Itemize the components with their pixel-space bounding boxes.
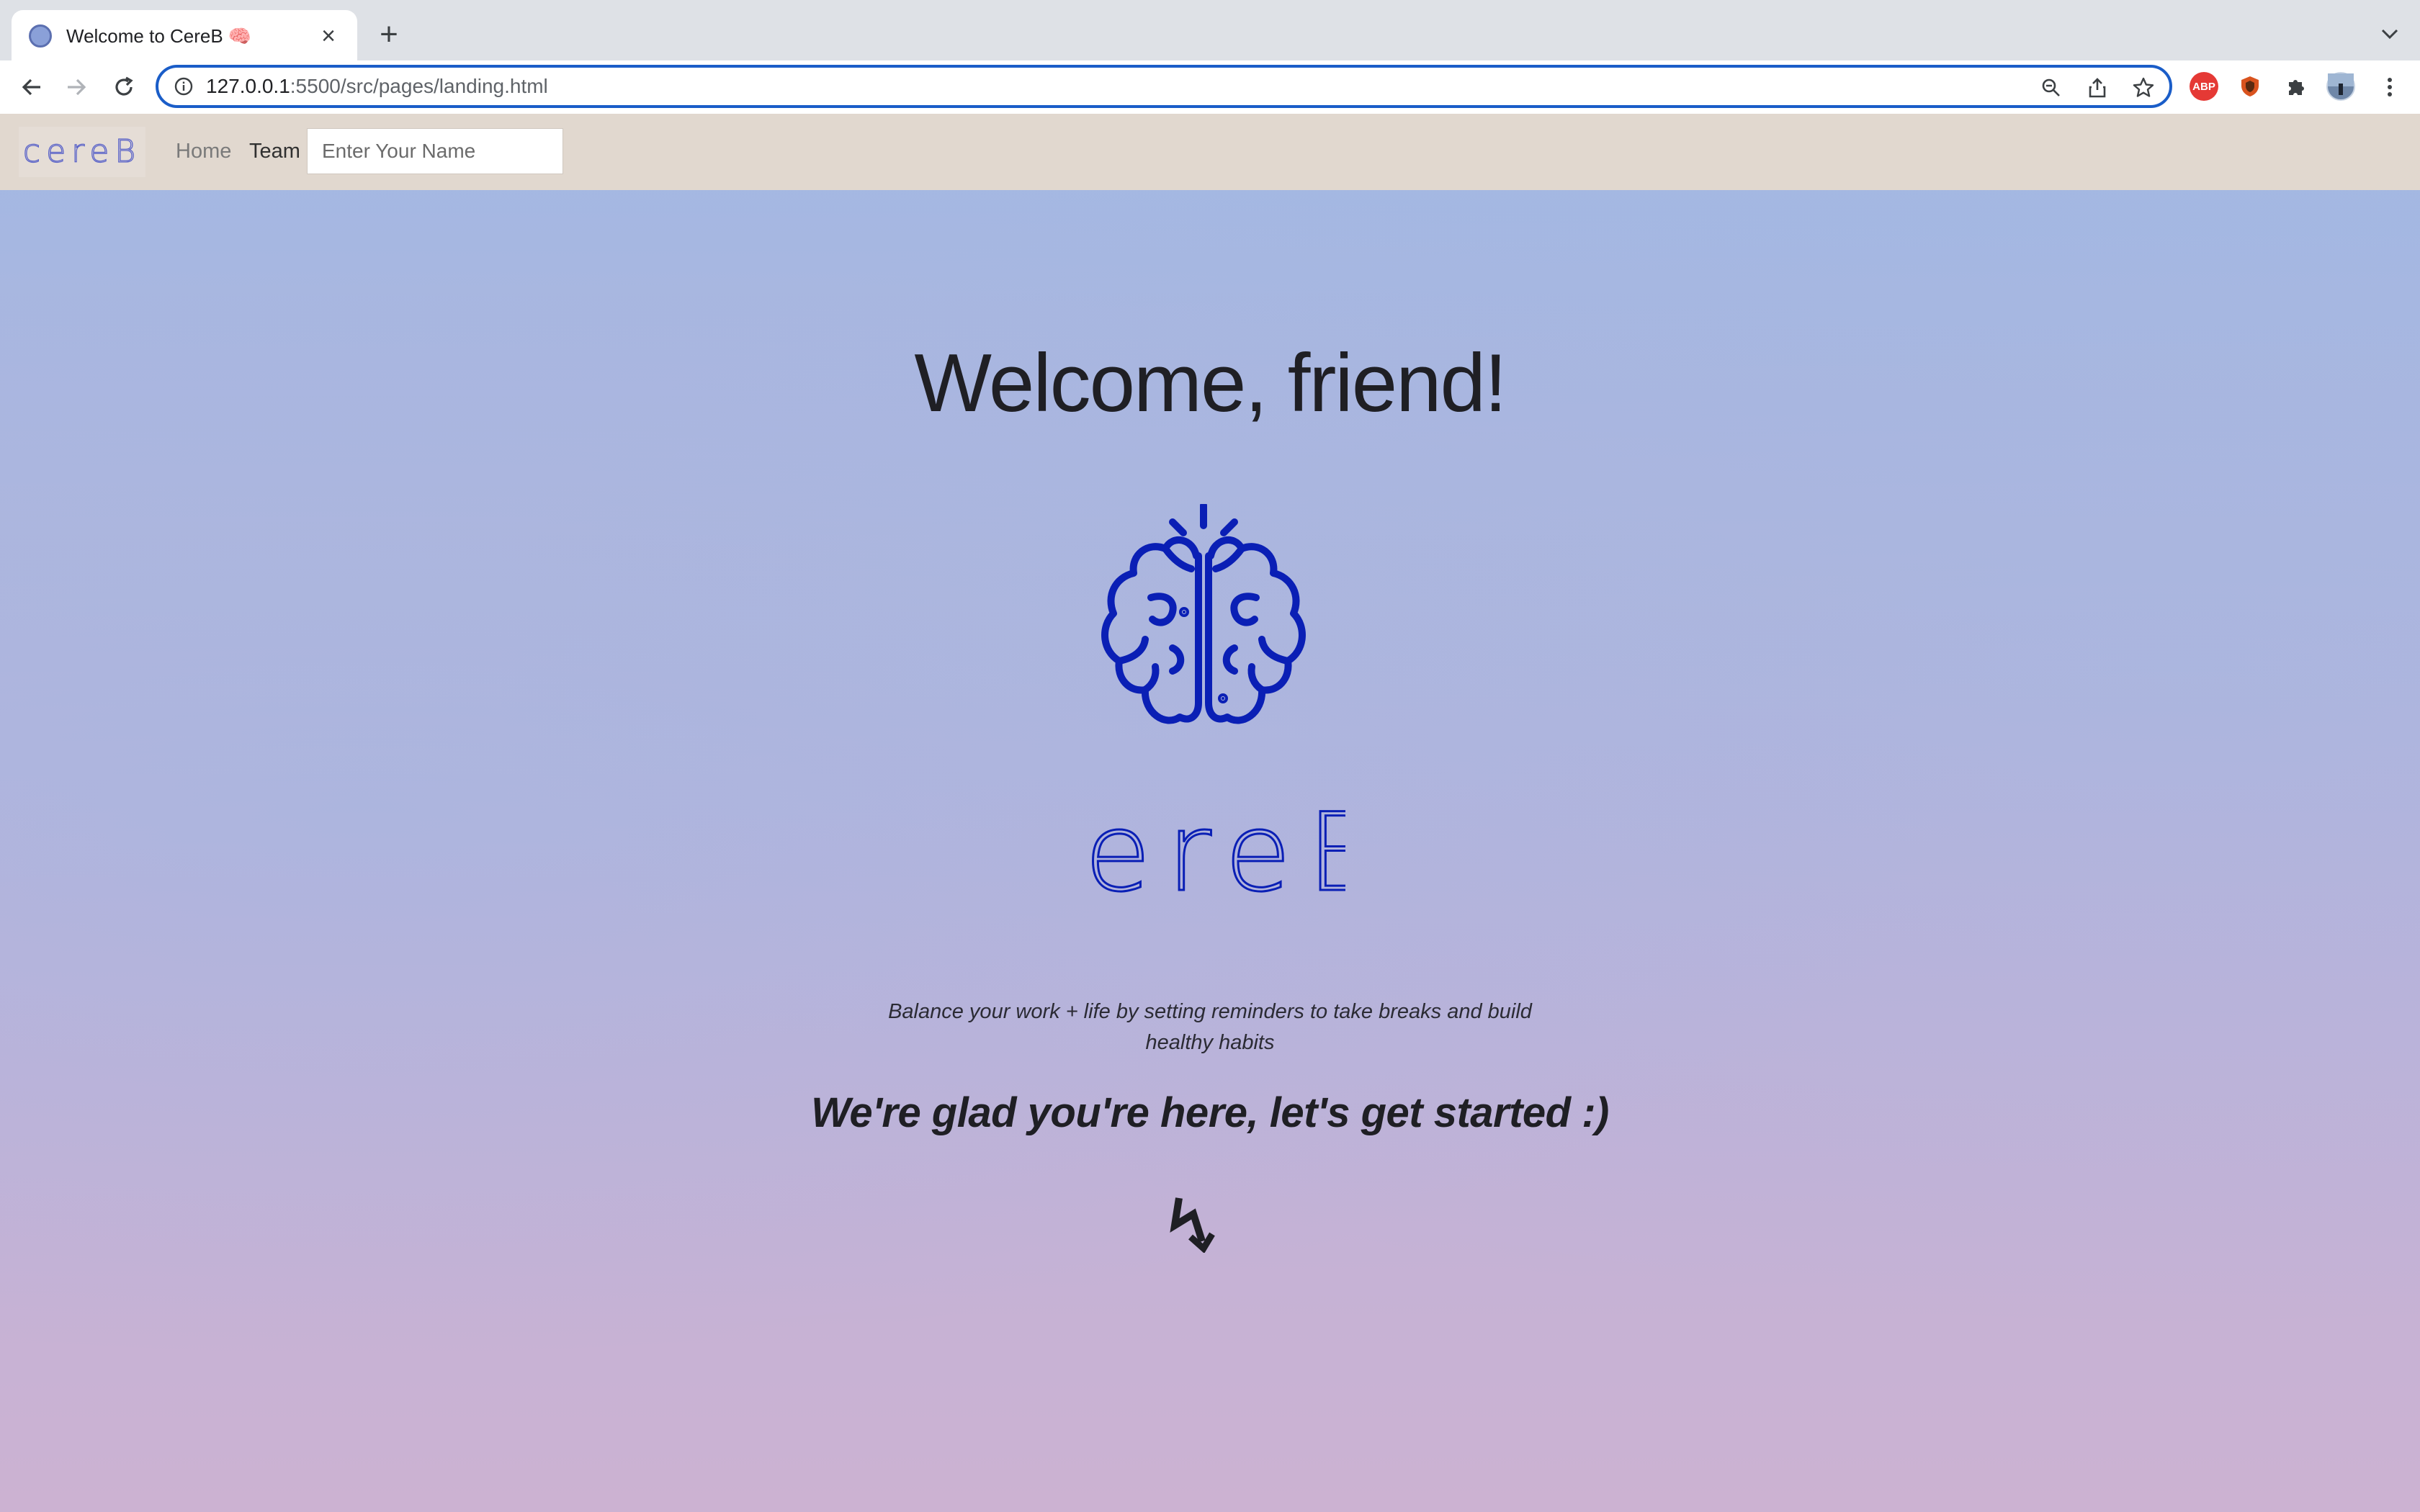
favicon-icon	[29, 24, 52, 48]
hero-section: Welcome, friend! ere Balance your work +…	[0, 114, 2420, 1512]
brand-logo-link[interactable]: cereB	[19, 127, 145, 177]
back-button[interactable]	[14, 70, 49, 104]
new-tab-button[interactable]: +	[372, 17, 406, 52]
svg-text:cereB: cereB	[24, 133, 140, 170]
shield-icon	[2241, 76, 2259, 96]
reload-button[interactable]	[107, 70, 141, 104]
bolt-arrow-down-icon	[1170, 1197, 1215, 1253]
close-tab-icon[interactable]: ×	[314, 22, 343, 50]
url-host: 127.0.0.1	[206, 75, 290, 97]
nav-team-link[interactable]: Team	[249, 140, 300, 163]
star-icon	[2133, 77, 2154, 97]
site-navbar: cereB Home Team	[0, 114, 2420, 190]
zoom-button[interactable]	[2038, 75, 2064, 101]
site-info-icon[interactable]	[173, 76, 194, 97]
avatar-icon	[2328, 73, 2354, 95]
share-icon	[2089, 78, 2106, 98]
reload-icon	[115, 76, 133, 96]
brain-icon	[1101, 504, 1306, 724]
browser-tab-strip: Welcome to CereB 🧠 × +	[0, 0, 2420, 62]
cta-heading: We're glad you're here, let's get starte…	[811, 1089, 1609, 1136]
tab-title: Welcome to CereB 🧠	[66, 24, 252, 47]
url-path: :5500/src/pages/landing.html	[290, 75, 548, 97]
browser-tab[interactable]: Welcome to CereB 🧠 ×	[12, 10, 357, 62]
browser-menu-button[interactable]	[2372, 70, 2407, 104]
forward-arrow-icon	[68, 78, 86, 96]
puzzle-icon[interactable]	[2282, 72, 2311, 101]
nav-home-link[interactable]: Home	[176, 140, 231, 163]
welcome-heading: Welcome, friend!	[914, 338, 1507, 429]
tab-search-button[interactable]	[2374, 19, 2406, 50]
web-page: cereB Home Team Welcome, friend!	[0, 114, 2420, 1512]
browser-toolbar: 127.0.0.1:5500/src/pages/landing.html AB…	[0, 60, 2420, 114]
name-input[interactable]	[307, 128, 563, 174]
address-bar[interactable]: 127.0.0.1:5500/src/pages/landing.html	[156, 65, 2172, 108]
chevron-down-icon	[2381, 29, 2398, 40]
shield-extension-icon[interactable]	[2236, 72, 2264, 101]
forward-button[interactable]	[59, 70, 94, 104]
extensions-icon	[2289, 80, 2304, 95]
get-started-arrow-button[interactable]	[1162, 1187, 1226, 1259]
profile-avatar[interactable]	[2326, 72, 2355, 101]
url-text: 127.0.0.1:5500/src/pages/landing.html	[206, 75, 548, 98]
back-arrow-icon	[22, 78, 40, 96]
cereb-wordmark: cereB	[24, 133, 140, 171]
logo-wordmark: cereB	[1065, 791, 1345, 907]
kebab-menu-icon	[2388, 78, 2392, 96]
zoom-out-icon	[2042, 78, 2060, 96]
tagline-text: Balance your work + life by setting remi…	[888, 1000, 1532, 1054]
share-button[interactable]	[2084, 75, 2110, 101]
brain-logo: cereB	[1065, 504, 1345, 907]
adblock-icon[interactable]: ABP	[2190, 72, 2218, 101]
bookmark-button[interactable]	[2130, 75, 2156, 101]
